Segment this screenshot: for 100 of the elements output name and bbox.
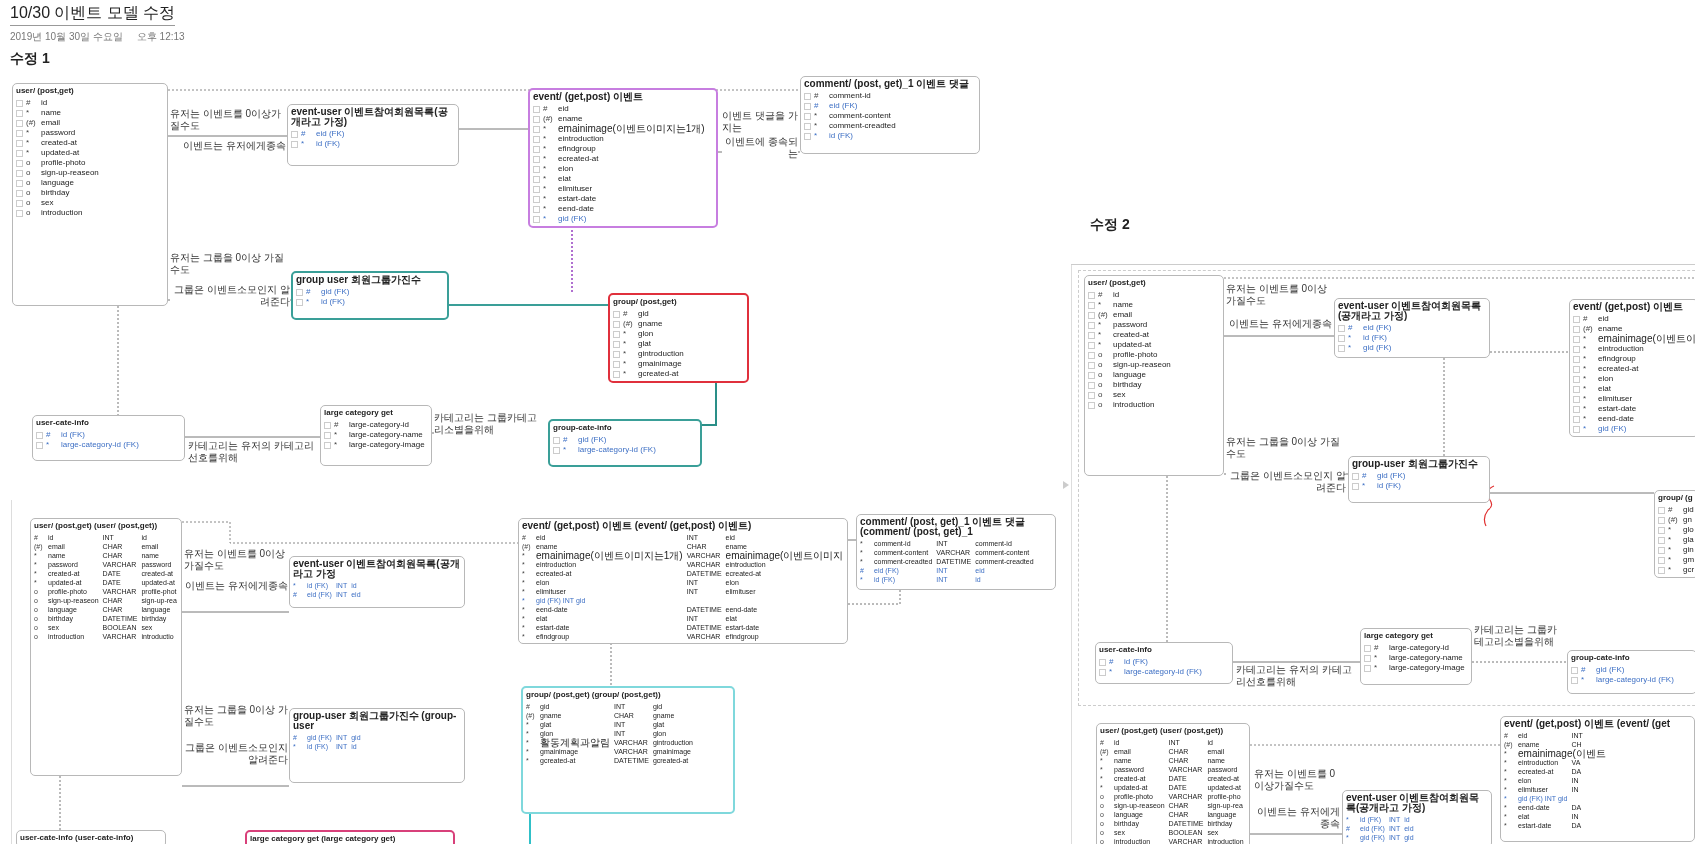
checkbox-icon xyxy=(1573,355,1580,363)
attribute-name: comment-id xyxy=(829,91,871,101)
key-marker: # xyxy=(1098,290,1104,300)
key-marker: # xyxy=(334,420,340,430)
checkbox-icon xyxy=(1573,325,1580,333)
checkbox-icon xyxy=(16,109,23,117)
key-marker: # xyxy=(623,309,629,319)
checkbox-icon xyxy=(533,205,540,213)
entity-title: group-user 회원그룹가진수 xyxy=(1352,459,1479,469)
attribute-name: created-at xyxy=(41,138,78,148)
relationship-label: 그룹은 이벤트소모인지 알려준다 xyxy=(170,284,290,308)
attribute-name: updated-at xyxy=(41,148,80,158)
checkbox-icon xyxy=(1658,526,1665,534)
checkbox-icon xyxy=(1573,385,1580,393)
checkbox-icon xyxy=(16,99,23,107)
key-marker: * xyxy=(1583,384,1588,394)
entity-title: event-user 이벤트참여회원목록(공개라고 가정 xyxy=(293,559,461,579)
key-marker: * xyxy=(26,108,31,118)
checkbox-icon xyxy=(804,122,811,130)
entity-title: event-user 이벤트참여회원목록(공개라고 가정) xyxy=(1338,301,1483,321)
key-marker: (#) xyxy=(1583,324,1594,334)
connector-line xyxy=(458,128,529,130)
key-marker: # xyxy=(1348,323,1354,333)
attribute-name: birthday xyxy=(1113,380,1142,390)
key-marker: # xyxy=(543,104,549,114)
attribute-name: profile-photo xyxy=(1113,350,1158,360)
entity-title: comment/ (post, get)_1 이벤트 댓글 (comment/ (post, get)_1 xyxy=(860,517,1026,537)
checkbox-icon xyxy=(1099,668,1106,676)
page-date: 2019년 10월 30일 수요일 xyxy=(10,30,123,44)
key-marker: # xyxy=(814,91,820,101)
key-marker: * xyxy=(1348,343,1353,353)
attribute-name: gid (FK) xyxy=(1598,424,1627,434)
entity-title: large category get (large category get) xyxy=(250,834,397,844)
key-marker: # xyxy=(306,287,312,297)
key-marker: # xyxy=(1374,643,1380,653)
key-marker: * xyxy=(543,144,548,154)
key-marker: # xyxy=(1109,657,1115,667)
checkbox-icon xyxy=(1088,401,1095,409)
relationship-label: 그룹은 이벤트소모인지 알려준다 xyxy=(1226,470,1346,494)
entity-title: user-cate-info xyxy=(1099,645,1153,655)
checkbox-icon xyxy=(1364,644,1371,652)
checkbox-icon xyxy=(1338,334,1345,342)
checkbox-icon xyxy=(533,155,540,163)
key-marker: * xyxy=(26,138,31,148)
attribute-name: gintroduction xyxy=(638,349,684,359)
attribute-name: gcr xyxy=(1683,565,1695,575)
connector-line xyxy=(529,813,531,844)
checkbox-icon xyxy=(16,159,23,167)
key-marker: o xyxy=(1098,370,1104,380)
key-marker: * xyxy=(334,430,339,440)
connector-line xyxy=(847,589,901,605)
attribute-name: elimituser xyxy=(1598,394,1633,404)
attribute-name: password xyxy=(41,128,76,138)
attribute-name: language xyxy=(41,178,74,188)
checkbox-icon xyxy=(291,140,298,148)
checkbox-icon xyxy=(1338,324,1345,332)
attribute-name: introduction xyxy=(41,208,83,218)
attribute-name: id (FK) xyxy=(829,131,853,141)
checkbox-icon xyxy=(296,298,303,306)
attribute-name: large-category-id (FK) xyxy=(61,440,139,450)
checkbox-icon xyxy=(296,288,303,296)
attribute-name: elat xyxy=(1598,384,1611,394)
key-marker: * xyxy=(814,111,819,121)
checkbox-icon xyxy=(1658,566,1665,574)
attribute-name: sign-up-reaseon xyxy=(1113,360,1171,370)
entity-title: user/ (post,get) xyxy=(1088,278,1147,288)
attribute-name: gid (FK) xyxy=(1363,343,1392,353)
checkbox-icon xyxy=(613,340,620,348)
attribute-name: glo xyxy=(1683,525,1694,535)
attribute-name: created-at xyxy=(1113,330,1150,340)
attribute-name: gin xyxy=(1683,545,1694,555)
attribute-name: gid (FK) xyxy=(578,435,607,445)
checkbox-icon xyxy=(1573,345,1580,353)
attribute-name: id (FK) xyxy=(1377,481,1401,491)
attribute-name: efindgroup xyxy=(1598,354,1636,364)
attribute-name: eid (FK) xyxy=(829,101,858,111)
entity-title: group/ (post,get) xyxy=(613,297,678,307)
key-marker: (#) xyxy=(1098,310,1109,320)
checkbox-icon xyxy=(804,92,811,100)
attribute-name: password xyxy=(1113,320,1148,330)
attribute-name: gla xyxy=(1683,535,1694,545)
checkbox-icon xyxy=(613,310,620,318)
attribute-name: sex xyxy=(41,198,54,208)
key-marker: o xyxy=(26,188,32,198)
key-marker: * xyxy=(1362,481,1367,491)
checkbox-icon xyxy=(16,149,23,157)
key-marker: * xyxy=(1583,334,1588,344)
relationship-label: 유저는 이벤트를 0이상가질수도 xyxy=(184,548,288,572)
checkbox-icon xyxy=(16,199,23,207)
attribute-name: estart-date xyxy=(558,194,597,204)
checkbox-icon xyxy=(613,360,620,368)
attribute-name: large-category-id xyxy=(1389,643,1450,653)
checkbox-icon xyxy=(533,105,540,113)
attribute-name: gid xyxy=(638,309,649,319)
entity-title: large category get xyxy=(1364,631,1434,641)
attribute-name: profile-photo xyxy=(41,158,86,168)
key-marker: (#) xyxy=(1668,515,1679,525)
key-marker: * xyxy=(1583,424,1588,434)
attribute-name: eend-date xyxy=(1598,414,1635,424)
attribute-name: ename xyxy=(558,114,583,124)
